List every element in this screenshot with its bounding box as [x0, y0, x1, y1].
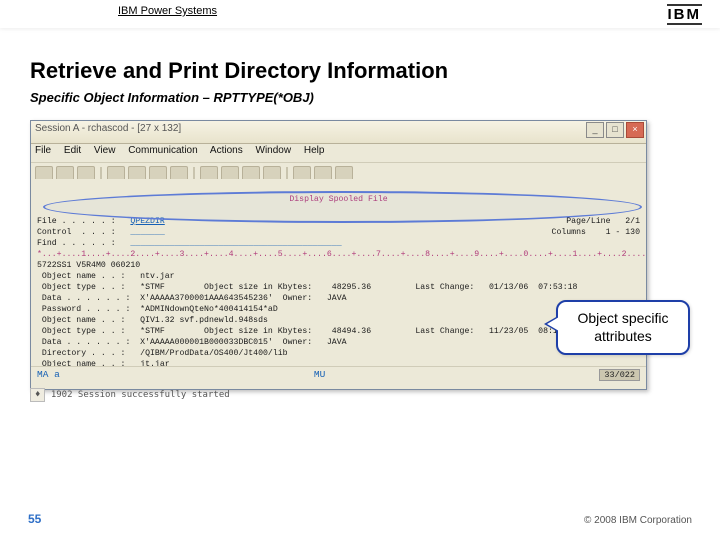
- spool-line: Object name . . : QIV1.32 svf.pdnewld.94…: [37, 316, 268, 325]
- row: Find . . . . . : _______________________…: [37, 239, 342, 248]
- menu-edit[interactable]: Edit: [64, 145, 81, 156]
- maximize-button[interactable]: □: [606, 122, 624, 138]
- terminal-screen: Display Spooled File File . . . . . : QP…: [31, 179, 646, 371]
- ibm-logo: IBM: [667, 4, 703, 25]
- menu-view[interactable]: View: [94, 145, 116, 156]
- titlebar-text: Session A - rchascod - [27 x 132]: [35, 123, 181, 134]
- status-icon: ♦: [30, 388, 45, 402]
- terminal-window: Session A - rchascod - [27 x 132] _ □ × …: [30, 120, 647, 390]
- page-number: 55: [28, 512, 41, 526]
- spool-line: 5722SS1 V5R4M0 060210: [37, 261, 140, 270]
- row: Control . . . : _______Columns 1 - 130: [37, 228, 165, 237]
- spool-line: Directory . . . : /QIBM/ProdData/OS400/J…: [37, 349, 288, 358]
- minimize-button[interactable]: _: [586, 122, 604, 138]
- menu-help[interactable]: Help: [304, 145, 325, 156]
- copyright: © 2008 IBM Corporation: [584, 515, 692, 526]
- slide-header: IBM Power Systems IBM: [0, 0, 720, 28]
- brand-label: IBM Power Systems: [118, 5, 217, 17]
- slide-title: Retrieve and Print Directory Information: [30, 58, 448, 84]
- spool-line: Object type . . : *STMF Object size in K…: [37, 327, 577, 336]
- menu-actions[interactable]: Actions: [210, 145, 243, 156]
- spool-line: Object type . . : *STMF Object size in K…: [37, 283, 577, 292]
- row: File . . . . . : QPEZDIRPage/Line 2/1: [37, 217, 165, 226]
- menu-window[interactable]: Window: [256, 145, 292, 156]
- status-left: MA a: [37, 369, 60, 380]
- titlebar: Session A - rchascod - [27 x 132] _ □ ×: [31, 121, 646, 144]
- menubar[interactable]: File Edit View Communication Actions Win…: [31, 144, 646, 163]
- statusbar: MA a MU 33/022: [31, 366, 646, 389]
- spool-line: Object name . . : ntv.jar: [37, 272, 175, 281]
- spool-line: Data . . . . . . : X'AAAAA3700001AAA6435…: [37, 294, 347, 303]
- window-controls: _ □ ×: [586, 122, 644, 138]
- status-mid: MU: [314, 369, 325, 380]
- spool-line: Password . . . . : *ADMINdownQteNo*40041…: [37, 305, 278, 314]
- callout-box: Object specific attributes: [556, 300, 690, 355]
- menu-file[interactable]: File: [35, 145, 51, 156]
- close-button[interactable]: ×: [626, 122, 644, 138]
- status-badge: 33/022: [599, 369, 640, 381]
- menu-comm[interactable]: Communication: [128, 145, 197, 156]
- slide-subtitle: Specific Object Information – RPTTYPE(*O…: [30, 90, 314, 105]
- spool-line: Data . . . . . . : X'AAAAA000001B000033D…: [37, 338, 347, 347]
- session-status: ♦ 1902 Session successfully started: [30, 390, 645, 400]
- screen-center-title: Display Spooled File: [37, 194, 640, 205]
- ruler: *...+....1....+....2....+....3....+....4…: [37, 250, 646, 259]
